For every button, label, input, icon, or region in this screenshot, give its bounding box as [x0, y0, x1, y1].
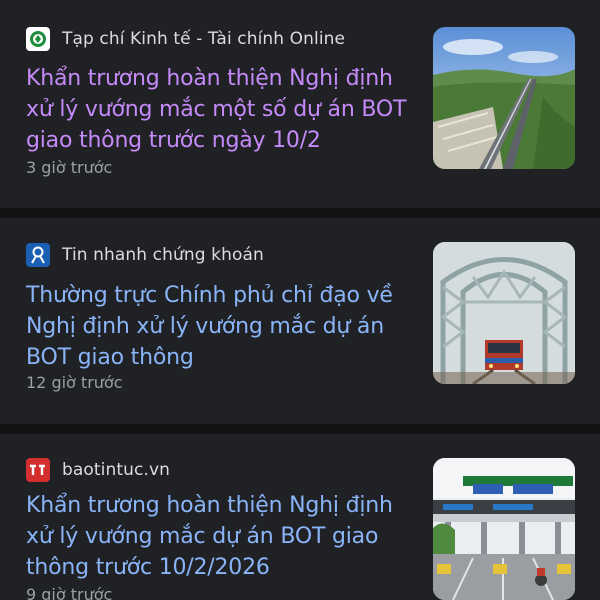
article-timestamp: 3 giờ trước	[26, 158, 113, 177]
highway-aerial-image[interactable]	[433, 27, 575, 169]
article-timestamp: 12 giờ trước	[26, 373, 123, 392]
article-timestamp: 9 giờ trước	[26, 585, 113, 600]
green-circle-logo-icon	[26, 27, 50, 51]
article-source: baotintuc.vn	[26, 456, 170, 484]
article-headline-link[interactable]: Khẩn trương hoàn thiện Nghị định xử lý v…	[26, 490, 416, 583]
source-name: baotintuc.vn	[62, 460, 170, 480]
news-card[interactable]: baotintuc.vn Khẩn trương hoàn thiện Nghị…	[0, 434, 600, 600]
article-source: Tin nhanh chứng khoán	[26, 241, 264, 269]
article-headline-link[interactable]: Khẩn trương hoàn thiện Nghị định xử lý v…	[26, 63, 416, 156]
news-card[interactable]: Tạp chí Kinh tế - Tài chính Online Khẩn …	[0, 0, 600, 208]
article-headline-link[interactable]: Thường trực Chính phủ chỉ đạo về Nghị đị…	[26, 280, 416, 373]
article-source: Tạp chí Kinh tế - Tài chính Online	[26, 25, 345, 53]
source-name: Tạp chí Kinh tế - Tài chính Online	[62, 29, 346, 49]
blue-person-logo-icon	[26, 243, 50, 267]
red-tt-logo-icon	[26, 458, 50, 482]
railway-bridge-train-image[interactable]	[433, 242, 575, 384]
news-feed: Tạp chí Kinh tế - Tài chính Online Khẩn …	[0, 0, 600, 600]
toll-station-image[interactable]	[433, 458, 575, 600]
source-name: Tin nhanh chứng khoán	[62, 245, 264, 265]
news-card[interactable]: Tin nhanh chứng khoán Thường trực Chính …	[0, 218, 600, 424]
